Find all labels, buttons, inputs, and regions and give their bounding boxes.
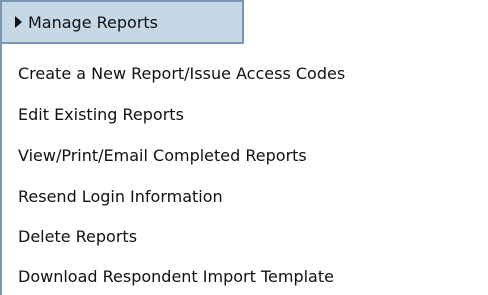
menu-item-create-new-report[interactable]: Create a New Report/Issue Access Codes — [18, 64, 345, 84]
menu-item-delete-reports[interactable]: Delete Reports — [18, 227, 137, 247]
menu-header-label: Manage Reports — [28, 12, 159, 32]
menu-item-resend-login-information[interactable]: Resend Login Information — [18, 187, 223, 207]
menu-item-download-respondent-template[interactable]: Download Respondent Import Template — [18, 267, 334, 287]
menu-item-edit-existing-reports[interactable]: Edit Existing Reports — [18, 105, 184, 125]
triangle-right-icon — [15, 16, 22, 28]
menu-item-view-print-email-reports[interactable]: View/Print/Email Completed Reports — [18, 146, 307, 166]
manage-reports-header[interactable]: Manage Reports — [0, 0, 244, 44]
manage-reports-menu: Create a New Report/Issue Access Codes E… — [0, 44, 488, 295]
